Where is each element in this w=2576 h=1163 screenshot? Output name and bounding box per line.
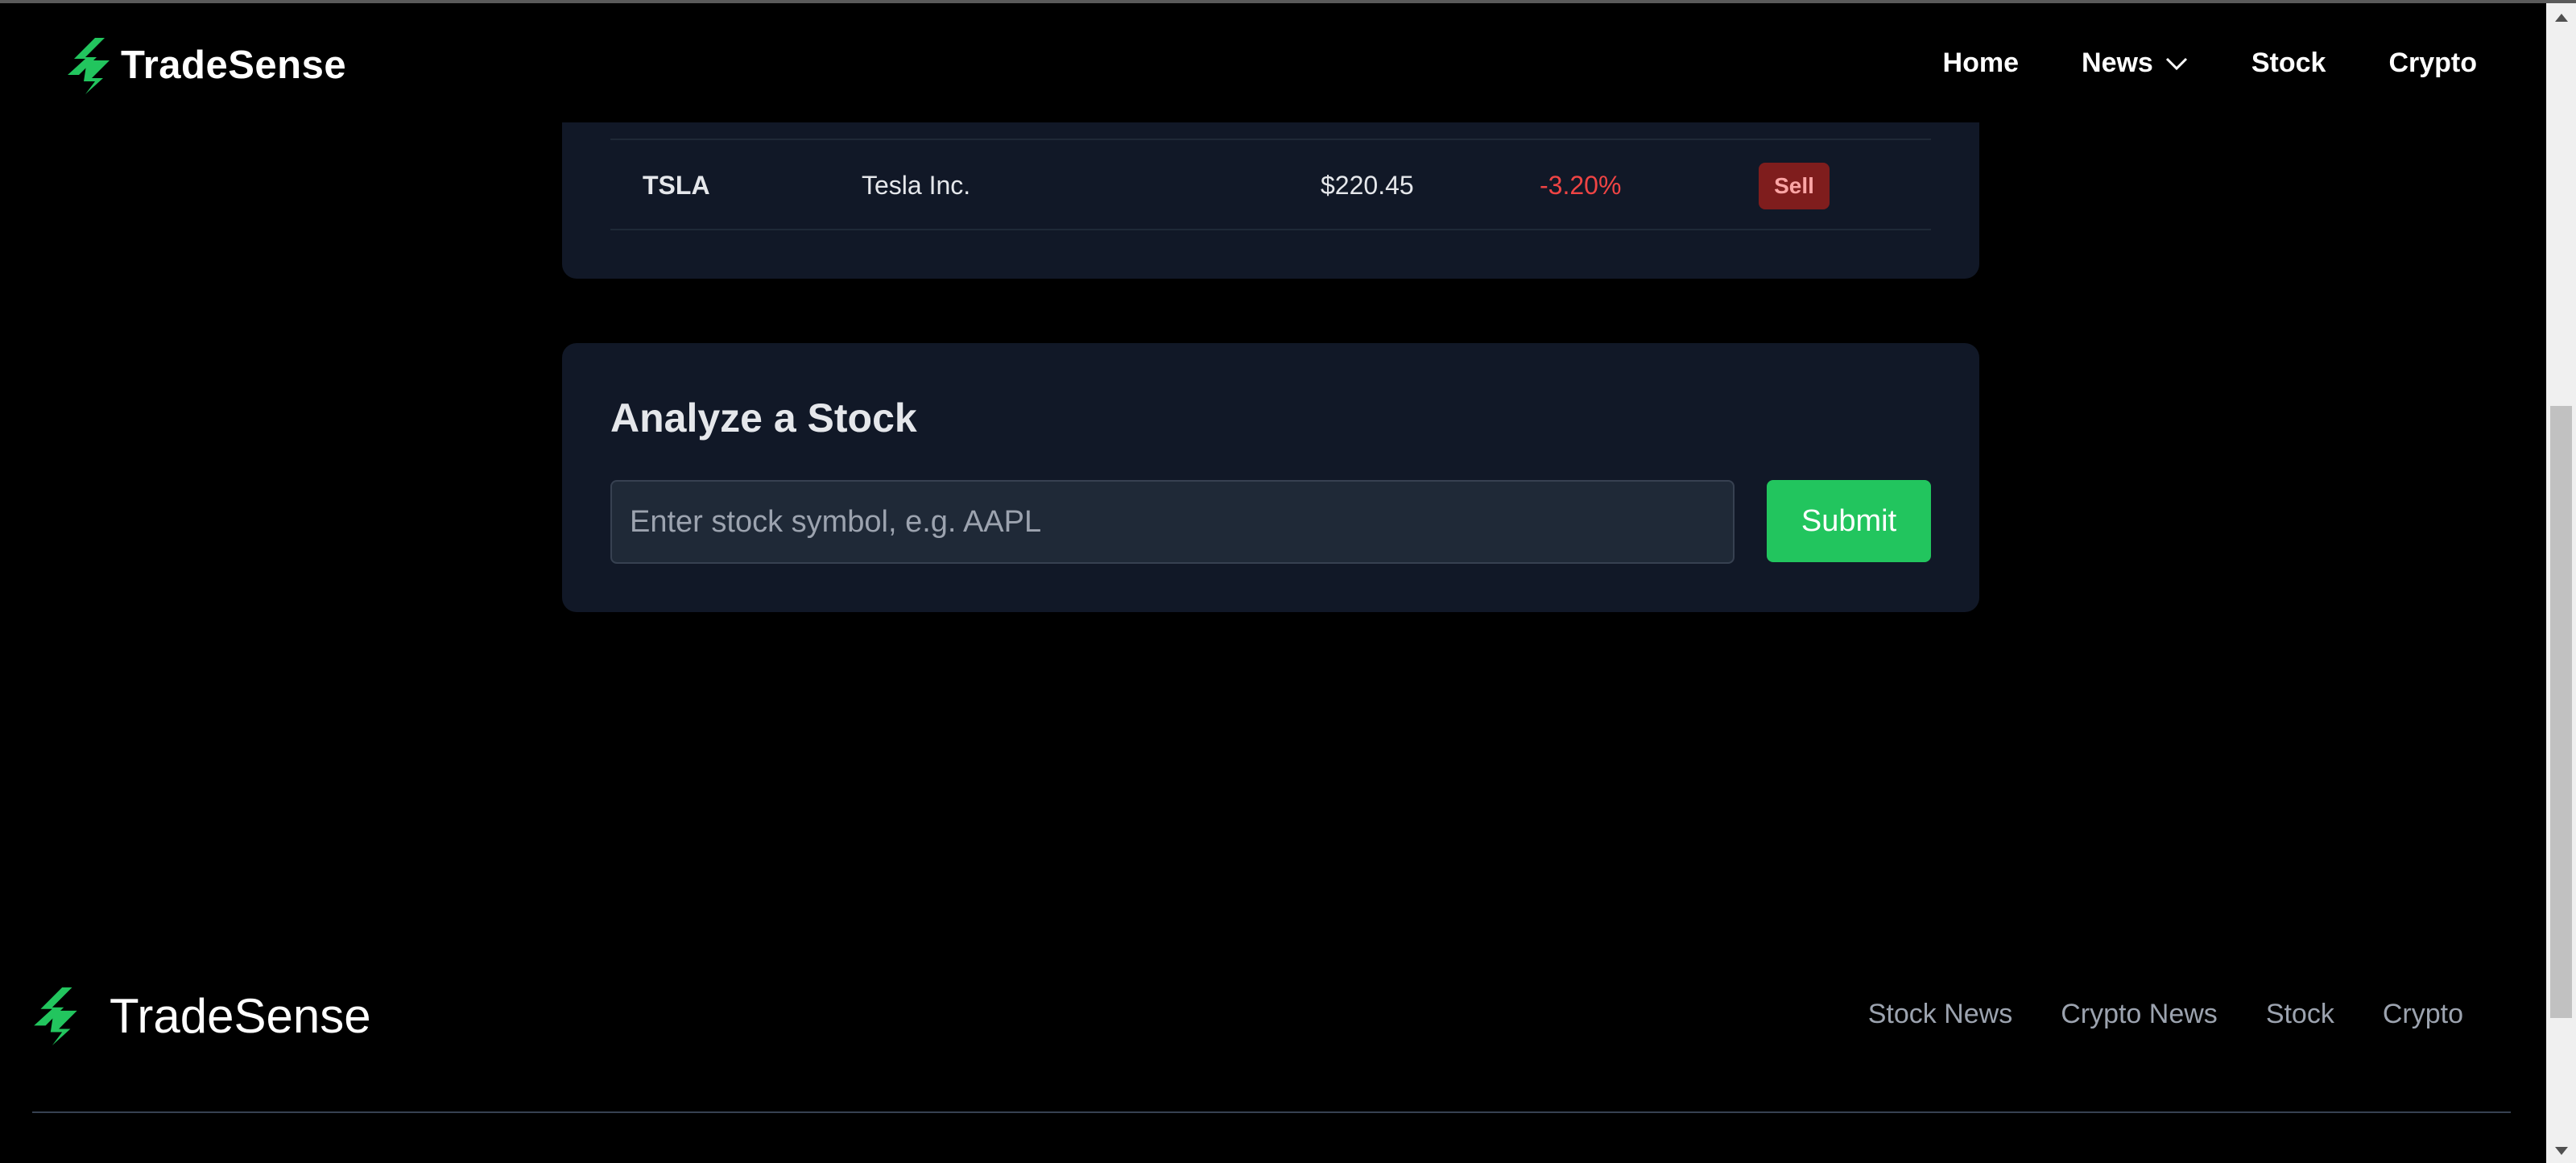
cell-change: -3.20%	[1540, 171, 1622, 200]
row-divider	[610, 229, 1931, 230]
nav-stock[interactable]: Stock	[2251, 48, 2326, 79]
analyze-title: Analyze a Stock	[610, 395, 917, 441]
chevron-down-icon	[2165, 57, 2187, 70]
cell-price: $220.45	[1321, 171, 1414, 200]
nav-news-label: News	[2082, 48, 2153, 78]
footer-link-stock-news[interactable]: Stock News	[1868, 999, 2013, 1030]
vertical-scrollbar[interactable]	[2546, 3, 2576, 1163]
navbar: TradeSense Home News Stock Crypto	[0, 3, 2546, 122]
stock-table-card: TSLA Tesla Inc. $220.45 -3.20% Sell	[562, 122, 1979, 279]
tradesense-logo-icon	[68, 38, 110, 94]
scrollbar-thumb[interactable]	[2550, 406, 2572, 1018]
brand-name: TradeSense	[121, 43, 347, 87]
submit-button[interactable]: Submit	[1767, 480, 1931, 562]
footer-brand-name: TradeSense	[110, 988, 371, 1043]
nav-home[interactable]: Home	[1943, 48, 2019, 79]
stock-symbol-input[interactable]	[610, 480, 1735, 564]
footer-link-crypto[interactable]: Crypto	[2383, 999, 2463, 1030]
brand[interactable]: TradeSense	[68, 35, 346, 95]
nav-news[interactable]: News	[2082, 48, 2189, 79]
footer-link-crypto-news[interactable]: Crypto News	[2061, 999, 2218, 1030]
footer-brand[interactable]: TradeSense	[34, 986, 371, 1045]
cell-company: Tesla Inc.	[862, 171, 971, 200]
footer-nav: Stock News Crypto News Stock Crypto	[1820, 999, 2463, 1030]
tradesense-logo-icon	[34, 987, 77, 1045]
cell-symbol: TSLA	[643, 171, 710, 200]
scroll-up-arrow-icon[interactable]	[2546, 6, 2576, 29]
row-divider	[610, 139, 1931, 140]
footer-link-stock[interactable]: Stock	[2266, 999, 2334, 1030]
analyze-stock-card: Analyze a Stock Submit	[562, 343, 1979, 612]
nav-crypto[interactable]: Crypto	[2388, 48, 2477, 79]
footer-divider	[32, 1111, 2511, 1113]
sell-badge: Sell	[1759, 163, 1830, 209]
main-nav: Home News Stock Crypto	[1880, 48, 2477, 79]
scroll-down-arrow-icon[interactable]	[2546, 1139, 2576, 1163]
